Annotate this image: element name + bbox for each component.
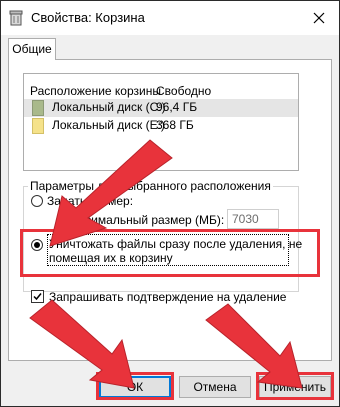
tab-general[interactable]: Общие bbox=[8, 38, 56, 60]
arrow-to-option bbox=[49, 139, 173, 247]
arrow-to-apply bbox=[205, 303, 303, 389]
annotation-arrows bbox=[29, 139, 303, 389]
arrow-to-ok bbox=[29, 299, 135, 389]
